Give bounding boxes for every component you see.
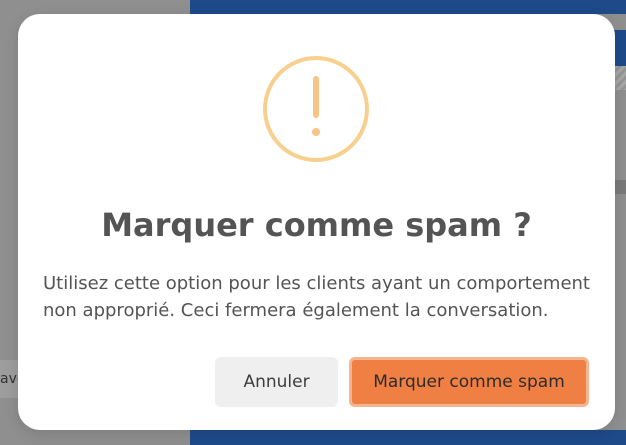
background-side-text: ave [0,360,20,398]
mark-as-spam-button[interactable]: Marquer comme spam [349,357,589,407]
dialog-title: Marquer comme spam ? [101,206,532,244]
dialog-message: Utilisez cette option pour les clients a… [43,273,590,321]
background-chat-panel-bottom [190,430,626,445]
spam-confirm-dialog: Marquer comme spam ? Utilisez cette opti… [18,14,615,430]
background-chat-panel-top [190,0,626,14]
exclamation-warning-icon [263,56,369,162]
cancel-button[interactable]: Annuler [215,357,338,407]
background-panel-right [614,30,626,66]
background-hatch-strip [614,66,626,90]
background-gray-strip [614,180,626,194]
